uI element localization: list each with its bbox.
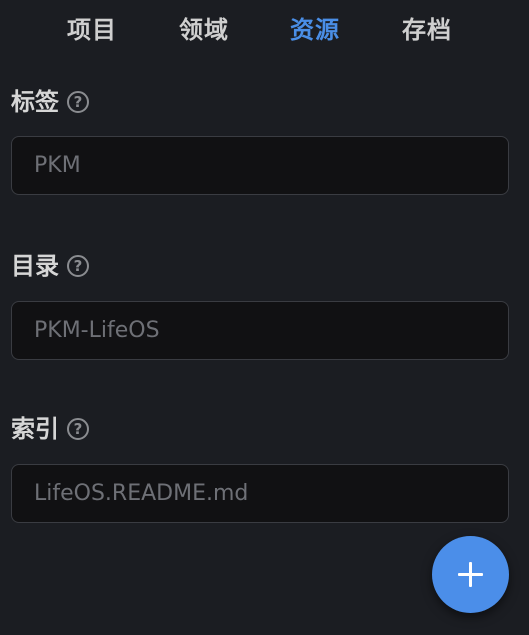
index-field-label: 索引 ? [11,413,89,445]
question-circle-icon[interactable]: ? [67,418,89,440]
tab-areas[interactable]: 领域 [179,14,229,46]
category-tabs: 项目 领域 资源 存档 [0,0,529,60]
tab-archive[interactable]: 存档 [402,14,452,46]
index-label-text: 索引 [11,415,59,443]
tab-projects[interactable]: 项目 [67,14,117,46]
add-button[interactable] [432,536,509,613]
directory-input[interactable] [11,301,509,360]
question-circle-icon[interactable]: ? [67,255,89,277]
directory-field-label: 目录 ? [11,250,89,282]
question-circle-icon[interactable]: ? [67,91,89,113]
index-input[interactable] [11,464,509,523]
tab-resources[interactable]: 资源 [290,14,340,46]
tag-input[interactable] [11,136,509,195]
tag-label-text: 标签 [11,88,59,116]
tag-field-label: 标签 ? [11,86,89,118]
directory-label-text: 目录 [11,252,59,280]
resources-panel: 项目 领域 资源 存档 标签 ? 目录 ? 索引 ? [0,0,529,635]
